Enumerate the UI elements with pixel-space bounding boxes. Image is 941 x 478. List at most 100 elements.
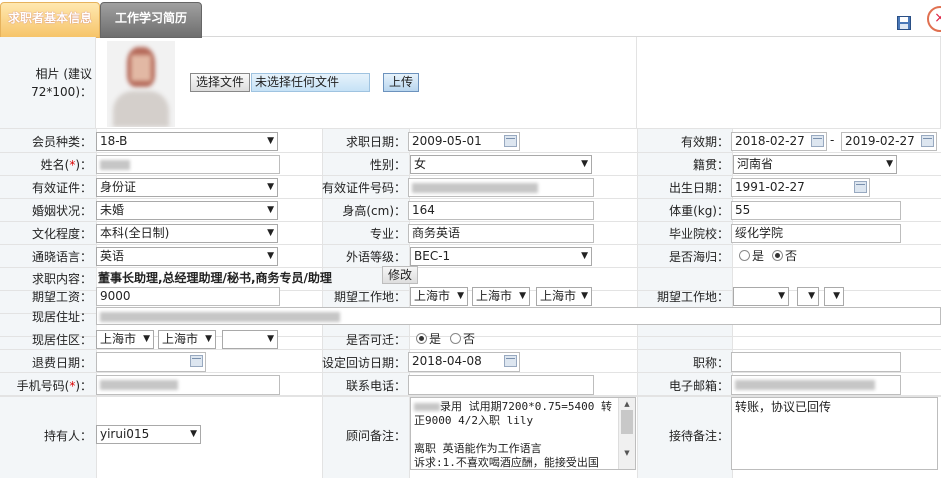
salary-input[interactable]: 9000 [96,287,280,306]
holder-label: 持有人： [43,429,92,443]
reception-note-label: 接待备注： [668,429,729,443]
radio-icon [739,250,750,261]
scroll-up-icon[interactable]: ▲ [619,398,635,410]
modify-job-content-button[interactable]: 修改 [382,266,418,284]
work-place-2-city-select[interactable]: ▼ [797,287,819,306]
chevron-down-icon: ▼ [267,182,274,192]
tab-work-study-resume[interactable]: 工作学习简历 [100,2,202,38]
chevron-down-icon: ▼ [190,429,197,439]
chevron-down-icon: ▼ [267,136,274,146]
chevron-down-icon: ▼ [808,291,815,301]
relocate-no-radio[interactable]: 否 [450,330,475,347]
scrollbar-thumb[interactable] [621,410,633,434]
visit-date-input[interactable]: 2018-04-08 [408,352,520,372]
height-input[interactable]: 164 [408,201,594,220]
work-place-label: 期望工作地： [333,290,406,304]
education-label: 文化程度： [31,227,92,241]
calendar-icon [921,135,934,147]
scroll-down-icon[interactable]: ▼ [619,447,635,459]
major-input[interactable]: 商务英语 [408,224,594,243]
gender-label: 性别： [369,158,406,172]
birth-date-input[interactable]: 1991-02-27 [731,178,870,197]
id-number-input[interactable] [408,178,594,197]
current-area-city-select[interactable]: 上海市 ▼ [158,330,216,349]
chevron-down-icon: ▼ [581,251,588,261]
work-place-city-select[interactable]: 上海市 ▼ [472,287,530,306]
chevron-down-icon: ▼ [267,251,274,261]
photo-empty-cell [637,37,941,129]
overseas-yes-radio[interactable]: 是 [739,247,764,264]
weight-input[interactable]: 55 [731,201,901,220]
save-icon[interactable] [897,16,911,30]
title-input[interactable] [731,352,901,372]
name-input[interactable] [96,155,280,174]
tab-bar: 求职者基本信息 工作学习简历 × [0,0,941,38]
chevron-down-icon: ▼ [267,334,274,344]
chevron-down-icon: ▼ [833,291,840,301]
current-address-input[interactable] [96,307,941,325]
consultant-note-label: 顾问备注： [345,429,406,443]
work-place-2-province-select[interactable]: ▼ [733,287,789,306]
language-select[interactable]: 英语 ▼ [96,247,278,266]
current-area-province-select[interactable]: 上海市 ▼ [96,330,154,349]
valid-from-input[interactable]: 2018-02-27 [731,132,827,151]
visit-date-label: 设定回访日期： [322,356,407,370]
relocate-yes-radio[interactable]: 是 [416,330,441,347]
id-type-select[interactable]: 身份证 ▼ [96,178,278,197]
refund-date-label: 退费日期： [31,356,92,370]
contact-phone-input[interactable] [408,375,594,395]
gender-select[interactable]: 女 ▼ [410,155,592,174]
calendar-icon [190,355,203,367]
work-place-2-district-select[interactable]: ▼ [824,287,844,306]
id-number-label: 有效证件号码： [322,181,407,195]
name-label: 姓名(*)： [40,158,92,172]
foreign-level-label: 外语等级： [345,250,406,264]
work-place-province-select[interactable]: 上海市 ▼ [410,287,468,306]
chevron-down-icon: ▼ [886,159,893,169]
reception-note-textarea[interactable]: 转账，协议已回传 [731,397,938,470]
file-status: 未选择任何文件 [251,73,370,92]
calendar-icon [504,135,517,147]
close-icon[interactable]: × [927,6,941,32]
email-input[interactable] [731,375,901,395]
holder-select[interactable]: yirui015 ▼ [96,425,201,444]
language-label: 通晓语言： [31,250,92,264]
email-label: 电子邮箱： [668,379,729,393]
apply-date-input[interactable]: 2009-05-01 [408,132,520,151]
work-place-district-select[interactable]: 上海市 ▼ [536,287,592,306]
foreign-level-select[interactable]: BEC-1 ▼ [410,247,592,266]
choose-file-button[interactable]: 选择文件 [190,73,250,92]
refund-date-input[interactable] [96,352,206,372]
chevron-down-icon: ▼ [267,228,274,238]
education-select[interactable]: 本科(全日制) ▼ [96,224,278,243]
id-type-label: 有效证件： [31,181,92,195]
valid-period-separator: - [830,133,835,147]
school-label: 毕业院校： [668,227,729,241]
member-type-label: 会员种类： [31,135,92,149]
photo-label: 相片 (建议 72*100)： [31,67,92,99]
tab-basic-info[interactable]: 求职者基本信息 [0,2,100,38]
phone-input[interactable] [96,375,280,395]
chevron-down-icon: ▼ [581,159,588,169]
valid-to-input[interactable]: 2019-02-27 [841,132,937,151]
birth-date-label: 出生日期： [668,181,729,195]
marital-select[interactable]: 未婚 ▼ [96,201,278,220]
overseas-label: 是否海归： [668,250,729,264]
chevron-down-icon: ▼ [457,291,464,301]
overseas-no-radio[interactable]: 否 [772,247,797,264]
radio-checked-icon [772,250,783,261]
marital-label: 婚姻状况： [31,204,92,218]
upload-button[interactable]: 上传 [383,73,419,92]
chevron-down-icon: ▼ [519,291,526,301]
school-input[interactable]: 绥化学院 [731,224,901,243]
phone-label: 手机号码(*)： [16,379,92,393]
apply-date-label: 求职日期： [345,135,406,149]
member-type-select[interactable]: 18-B ▼ [96,132,278,151]
job-content-value: 董事长助理,总经理助理/秘书,商务专员/助理 [98,271,332,285]
weight-label: 体重(kg)： [669,204,729,218]
current-area-district-select[interactable]: ▼ [222,330,278,349]
consultant-note-scrollbar[interactable]: ▲ ▼ [618,398,635,469]
salary-label: 期望工资： [31,290,92,304]
consultant-note-textarea[interactable]: 录用 试用期7200*0.75=5400 转正9000 4/2入职 lily 离… [410,397,636,470]
native-place-select[interactable]: 河南省 ▼ [733,155,897,174]
